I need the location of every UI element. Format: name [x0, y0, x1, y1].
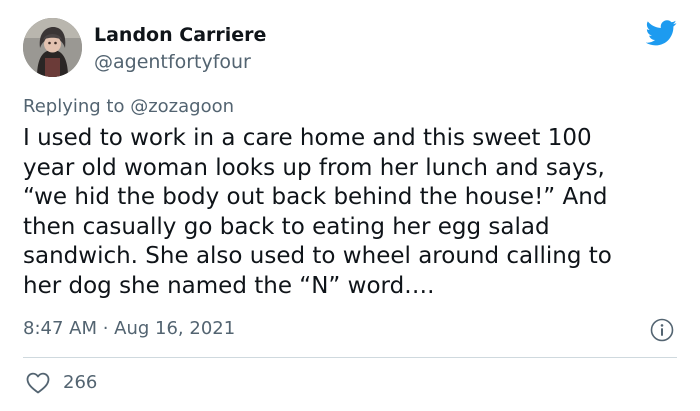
like-count: 266	[63, 372, 98, 393]
reply-context: Replying to @zozagoon	[23, 95, 234, 119]
divider	[23, 357, 677, 358]
heart-icon[interactable]	[26, 372, 50, 394]
avatar-image	[23, 18, 82, 77]
tweet-text: I used to work in a care home and this s…	[23, 125, 612, 299]
reply-prefix: Replying to	[23, 96, 125, 117]
info-icon[interactable]	[650, 318, 674, 342]
tweet-timestamp[interactable]: 8:47 AM · Aug 16, 2021	[23, 317, 235, 341]
twitter-bird-icon[interactable]	[646, 20, 677, 46]
reply-target-link[interactable]: @zozagoon	[130, 96, 234, 117]
tweet-card: Landon Carriere @agentfortyfour Replying…	[0, 0, 700, 411]
author-display-name[interactable]: Landon Carriere	[94, 23, 266, 47]
author-handle[interactable]: @agentfortyfour	[94, 50, 251, 74]
avatar[interactable]	[23, 18, 82, 77]
